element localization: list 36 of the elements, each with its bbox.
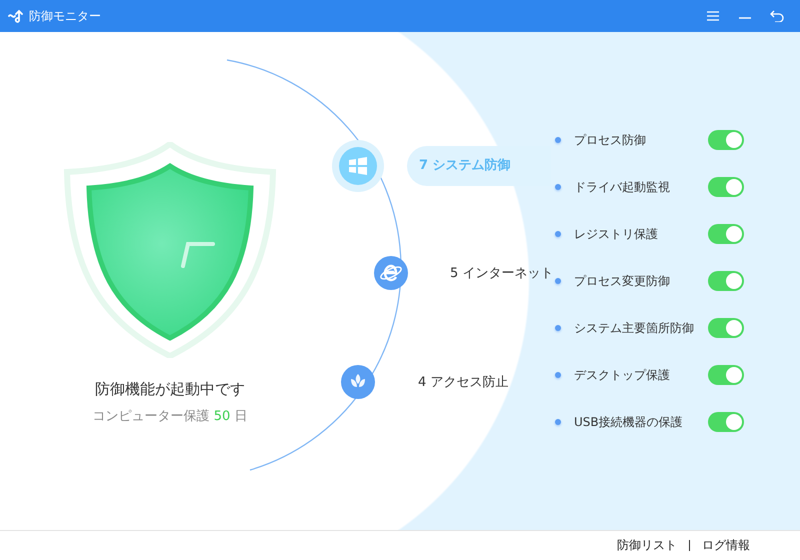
status-headline: 防御機能が起動中です xyxy=(95,380,245,399)
toggle-switch[interactable] xyxy=(708,271,744,291)
feature-label: レジストリ保護 xyxy=(574,226,659,242)
feature-label: プロセス変更防御 xyxy=(574,272,671,290)
category-label[interactable]: 5 インターネット xyxy=(450,264,554,282)
letter-e-icon xyxy=(380,262,402,284)
bullet-icon xyxy=(555,137,561,143)
menu-icon xyxy=(707,11,719,21)
feature-label: USB接続機器の保護 xyxy=(574,414,684,430)
bullet-icon xyxy=(555,231,561,237)
bullet-icon xyxy=(555,278,561,284)
category-node[interactable] xyxy=(374,256,408,290)
toggle-switch[interactable] xyxy=(708,365,744,385)
windows-logo-icon xyxy=(347,155,369,177)
footer-link[interactable]: ログ情報 xyxy=(702,537,750,554)
bullet-icon xyxy=(555,419,561,425)
bullet-icon xyxy=(555,184,561,190)
toggle-switch[interactable] xyxy=(708,177,744,197)
window-title: 防御モニター xyxy=(29,8,101,24)
back-arrow-icon xyxy=(770,10,784,22)
toggle-switch[interactable] xyxy=(708,130,744,150)
toggle-switch[interactable] xyxy=(708,224,744,244)
protection-days-text: コンピューター保護 50 日 xyxy=(92,408,248,425)
logo-icon xyxy=(8,8,24,24)
feature-label: デスクトップ保護 xyxy=(574,366,671,384)
feature-label: プロセス防御 xyxy=(574,132,647,148)
bullet-icon xyxy=(555,372,561,378)
feature-label: システム主要箇所防御 xyxy=(574,320,695,336)
toggle-switch[interactable] xyxy=(708,318,744,338)
footer-link[interactable]: 防御リスト xyxy=(617,537,677,554)
category-label[interactable]: 4 アクセス防止 xyxy=(418,373,508,391)
toggle-switch[interactable] xyxy=(708,412,744,432)
bullet-icon xyxy=(555,325,561,331)
feature-label: ドライバ起動監視 xyxy=(574,178,671,196)
category-node[interactable] xyxy=(339,147,377,185)
category-node[interactable] xyxy=(341,365,375,399)
